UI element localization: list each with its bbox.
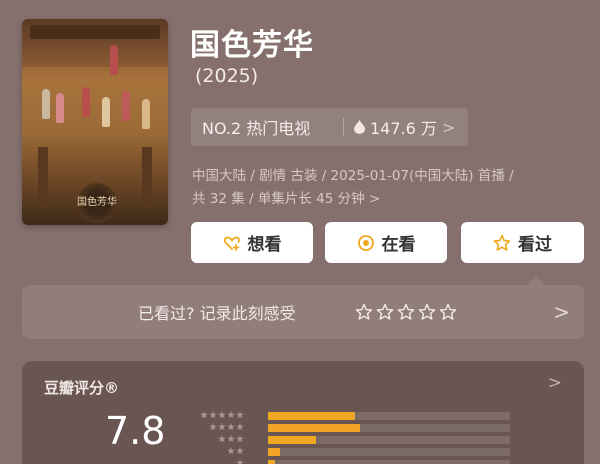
meta-line-2[interactable]: 共 32 集 / 单集片长 45 分钟 > (192, 188, 592, 211)
rating-bar-row (190, 411, 520, 421)
mini-stars (218, 435, 244, 445)
record-feeling-panel[interactable]: 已看过? 记录此刻感受 > (22, 276, 584, 339)
empty-star-icon[interactable] (418, 303, 436, 321)
mini-star-icon (227, 411, 235, 419)
want-label: 想看 (247, 235, 282, 255)
poster-figure (82, 87, 90, 117)
rating-bar-row (190, 447, 520, 457)
rating-bar-row (190, 459, 520, 464)
poster-figure (142, 99, 150, 129)
poster-figure (42, 89, 50, 119)
watched-label: 看过 (518, 235, 552, 255)
mini-stars (209, 423, 244, 433)
mini-stars (200, 411, 244, 421)
mini-star-icon (227, 435, 235, 443)
mini-star-icon (218, 435, 226, 443)
mini-star-icon (236, 423, 244, 431)
rating-score: 7.8 (105, 409, 166, 453)
poster-pillar (38, 147, 48, 207)
empty-star-icon[interactable] (376, 303, 394, 321)
heat-arrow: > (441, 117, 456, 137)
empty-star-icon[interactable] (397, 303, 415, 321)
poster-emblem-text: 国色芳华 (77, 197, 117, 208)
mini-star-icon (209, 411, 217, 419)
heart-plus-icon (223, 236, 240, 251)
mini-star-icon (236, 459, 244, 464)
mini-star-icon (227, 447, 235, 455)
chevron-right-icon[interactable]: > (548, 373, 562, 393)
rank-heat-box[interactable]: NO.2 热门电视 147.6 万 > (191, 108, 468, 146)
rating-bar-row (190, 423, 520, 433)
record-prompt: 已看过? 记录此刻感受 (138, 304, 296, 323)
mini-stars (236, 459, 244, 464)
poster-figure (56, 93, 64, 123)
poster-pillar (142, 147, 152, 207)
rating-bar-track (268, 448, 510, 456)
watching-button[interactable]: 在看 (325, 222, 447, 263)
mini-star-icon (227, 423, 235, 431)
rating-bar-row (190, 435, 520, 445)
rating-stars-input[interactable] (355, 303, 457, 321)
mini-star-icon (218, 423, 226, 431)
mini-star-icon (218, 411, 226, 419)
mini-stars (227, 447, 244, 457)
mini-star-icon (209, 423, 217, 431)
show-meta[interactable]: 中国大陆 / 剧情 古装 / 2025-01-07(中国大陆) 首播 / 共 3… (192, 165, 592, 211)
panel-caret (527, 276, 545, 285)
rating-distribution (190, 411, 520, 464)
poster-figure (110, 45, 118, 75)
poster-figure (102, 97, 110, 127)
mini-star-icon (200, 411, 208, 419)
poster-figure (122, 91, 130, 121)
mini-star-icon (236, 447, 244, 455)
show-year: (2025) (195, 65, 259, 87)
rank-label[interactable]: NO.2 热门电视 (191, 115, 343, 139)
chevron-right-icon[interactable]: > (553, 300, 570, 324)
rating-bar-fill (268, 448, 280, 456)
star-icon (493, 234, 511, 251)
heat-value: 147.6 万 (370, 119, 437, 138)
rating-bar-fill (268, 436, 316, 444)
want-button[interactable]: 想看 (191, 222, 313, 263)
target-icon (357, 234, 374, 251)
show-title: 国色芳华 (190, 28, 314, 63)
rating-bar-fill (268, 412, 355, 420)
rating-bar-track (268, 460, 510, 464)
rating-label: 豆瓣评分® (44, 379, 120, 397)
rating-bar-fill (268, 424, 360, 432)
mini-star-icon (236, 411, 244, 419)
poster-emblem: 国色芳华 (77, 183, 117, 223)
mini-star-icon (236, 435, 244, 443)
poster-image[interactable]: 国色芳华 (22, 19, 168, 225)
meta-line-1: 中国大陆 / 剧情 古装 / 2025-01-07(中国大陆) 首播 / (192, 168, 514, 184)
empty-star-icon[interactable] (439, 303, 457, 321)
rating-bar-fill (268, 460, 275, 464)
empty-star-icon[interactable] (355, 303, 373, 321)
poster-roof (30, 25, 160, 39)
heat-indicator[interactable]: 147.6 万 > (344, 115, 455, 139)
flame-icon (354, 120, 365, 134)
douban-rating-card[interactable]: 豆瓣评分® > 7.8 (22, 361, 584, 464)
watching-label: 在看 (381, 235, 416, 255)
watched-button[interactable]: 看过 (461, 222, 584, 263)
